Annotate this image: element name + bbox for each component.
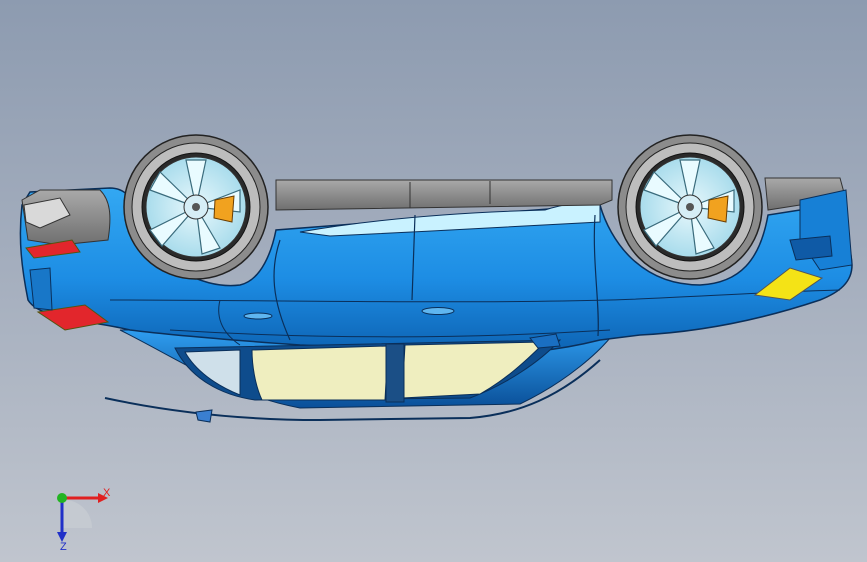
- b-pillar: [385, 343, 405, 403]
- roof-antenna: [195, 409, 213, 423]
- side-skirt-trim: [275, 179, 613, 211]
- rear-lower-bumper: [29, 267, 53, 311]
- cad-viewport[interactable]: X Z: [0, 0, 867, 562]
- rear-wheel: [123, 134, 269, 280]
- car-model-upside-down[interactable]: [0, 0, 867, 562]
- z-axis-label: Z: [60, 541, 67, 550]
- front-wheel: [617, 134, 763, 280]
- y-axis-dot: [57, 493, 67, 503]
- rear-side-window: [251, 345, 389, 401]
- orientation-triad: X Z: [57, 487, 111, 550]
- rear-door-handle: [243, 312, 273, 320]
- front-door-handle: [421, 307, 455, 315]
- x-axis-label: X: [103, 487, 111, 499]
- front-lower-intake: [789, 235, 833, 261]
